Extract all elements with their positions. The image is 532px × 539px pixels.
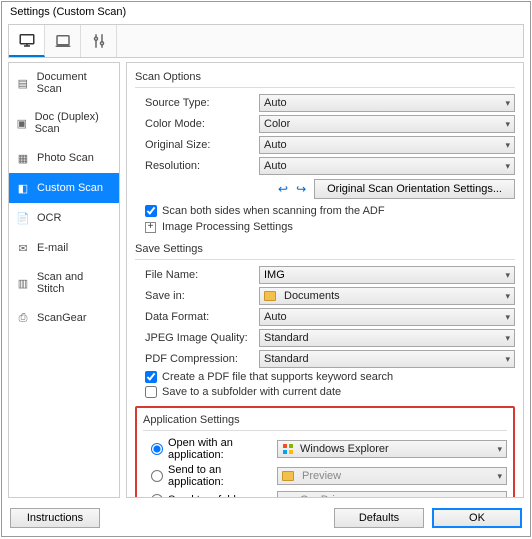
onedrive-icon	[282, 494, 294, 498]
tab-scan-from-panel[interactable]	[45, 25, 81, 57]
open-with-app-radio[interactable]: Open with an application:	[143, 437, 271, 461]
chevron-down-icon: ▾	[505, 98, 510, 109]
pdf-keyword-checkbox[interactable]: Create a PDF file that supports keyword …	[145, 371, 515, 383]
resolution-label: Resolution:	[135, 160, 253, 172]
original-size-label: Original Size:	[135, 139, 253, 151]
sidebar-item-photo-scan[interactable]: ▦ Photo Scan	[9, 143, 119, 173]
chevron-down-icon: ▾	[505, 312, 510, 323]
duplex-icon: ▣	[15, 116, 29, 130]
save-in-select[interactable]: Documents▾	[259, 287, 515, 305]
chevron-down-icon: ▾	[505, 291, 510, 302]
settings-window: Settings (Custom Scan) ▤ Document Scan ▣…	[1, 1, 531, 537]
color-mode-label: Color Mode:	[135, 118, 253, 130]
sidebar-item-label: OCR	[37, 212, 61, 224]
window-title: Settings (Custom Scan)	[2, 2, 530, 22]
chevron-down-icon: ▾	[505, 333, 510, 344]
custom-icon: ◧	[15, 181, 31, 195]
sidebar-item-label: E-mail	[37, 242, 68, 254]
file-name-input[interactable]: ▾	[259, 266, 515, 284]
pdf-keyword-input[interactable]	[145, 371, 157, 383]
tab-scan-from-computer[interactable]	[9, 25, 45, 57]
data-format-select[interactable]: Auto▾	[259, 308, 515, 326]
original-size-select[interactable]: Auto▾	[259, 136, 515, 154]
sidebar-item-label: ScanGear	[37, 312, 87, 324]
rotate-right-icon[interactable]: ↪	[296, 182, 306, 196]
top-tabs	[8, 24, 524, 58]
chevron-down-icon: ▾	[505, 354, 510, 365]
send-to-folder-select[interactable]: OneDrive▾	[277, 491, 507, 498]
ok-button[interactable]: OK	[432, 508, 522, 528]
pdf-compression-select[interactable]: Standard▾	[259, 350, 515, 368]
chevron-down-icon: ▾	[505, 161, 510, 172]
color-mode-select[interactable]: Color▾	[259, 115, 515, 133]
subfolder-input[interactable]	[145, 386, 157, 398]
pdf-keyword-label: Create a PDF file that supports keyword …	[162, 371, 393, 383]
chevron-down-icon: ▾	[497, 471, 502, 482]
data-format-label: Data Format:	[135, 311, 253, 323]
save-settings-title: Save Settings	[135, 243, 515, 255]
content-panel: Scan Options Source Type: Auto▾ Color Mo…	[126, 62, 524, 498]
email-icon: ✉	[15, 241, 31, 255]
sidebar-item-label: Custom Scan	[37, 182, 103, 194]
file-name-label: File Name:	[135, 269, 253, 281]
scan-options-title: Scan Options	[135, 71, 515, 83]
defaults-button[interactable]: Defaults	[334, 508, 424, 528]
sidebar: ▤ Document Scan ▣ Doc (Duplex) Scan ▦ Ph…	[8, 62, 120, 498]
send-to-folder-radio[interactable]: Send to a folder:	[143, 494, 271, 498]
subfolder-checkbox[interactable]: Save to a subfolder with current date	[145, 386, 515, 398]
chevron-down-icon: ▾	[497, 495, 502, 499]
file-name-text[interactable]	[264, 269, 406, 281]
save-in-label: Save in:	[135, 290, 253, 302]
pdf-compression-label: PDF Compression:	[135, 353, 253, 365]
chevron-down-icon: ▾	[505, 140, 510, 151]
divider	[135, 87, 515, 88]
sidebar-item-scan-and-stitch[interactable]: ▥ Scan and Stitch	[9, 263, 119, 303]
sidebar-item-custom-scan[interactable]: ◧ Custom Scan	[9, 173, 119, 203]
jpeg-quality-select[interactable]: Standard▾	[259, 329, 515, 347]
scan-both-sides-label: Scan both sides when scanning from the A…	[162, 205, 385, 217]
image-processing-expander[interactable]: + Image Processing Settings	[145, 221, 515, 233]
subfolder-label: Save to a subfolder with current date	[162, 386, 341, 398]
resolution-select[interactable]: Auto▾	[259, 157, 515, 175]
tab-general-settings[interactable]	[81, 25, 117, 57]
chevron-down-icon: ▾	[505, 119, 510, 130]
send-to-app-select[interactable]: Preview▾	[277, 467, 507, 485]
sidebar-item-ocr[interactable]: 📄 OCR	[9, 203, 119, 233]
sidebar-item-label: Doc (Duplex) Scan	[35, 111, 113, 135]
rotate-left-icon[interactable]: ↩	[278, 182, 288, 196]
orientation-settings-button[interactable]: Original Scan Orientation Settings...	[314, 179, 515, 199]
image-processing-label: Image Processing Settings	[162, 221, 293, 233]
footer: Instructions Defaults OK	[2, 502, 530, 536]
source-type-select[interactable]: Auto▾	[259, 94, 515, 112]
chevron-down-icon: ▾	[505, 270, 510, 281]
photo-icon: ▦	[15, 151, 31, 165]
folder-icon	[282, 471, 294, 481]
sidebar-item-email[interactable]: ✉ E-mail	[9, 233, 119, 263]
open-with-app-select[interactable]: Windows Explorer▾	[277, 440, 507, 458]
scangear-icon: ⎙	[15, 311, 31, 325]
ocr-icon: 📄	[15, 211, 31, 225]
folder-icon	[264, 291, 276, 301]
sidebar-item-doc-duplex-scan[interactable]: ▣ Doc (Duplex) Scan	[9, 103, 119, 143]
source-type-label: Source Type:	[135, 97, 253, 109]
divider	[135, 259, 515, 260]
jpeg-quality-label: JPEG Image Quality:	[135, 332, 253, 344]
document-icon: ▤	[15, 76, 31, 90]
application-settings-title: Application Settings	[143, 414, 507, 426]
scan-both-sides-input[interactable]	[145, 205, 157, 217]
application-settings-group: Application Settings Open with an applic…	[135, 406, 515, 498]
chevron-down-icon: ▾	[497, 444, 502, 455]
sidebar-item-document-scan[interactable]: ▤ Document Scan	[9, 63, 119, 103]
scan-both-sides-checkbox[interactable]: Scan both sides when scanning from the A…	[145, 205, 515, 217]
instructions-button[interactable]: Instructions	[10, 508, 100, 528]
divider	[143, 430, 507, 431]
plus-icon: +	[145, 222, 156, 233]
send-to-app-radio[interactable]: Send to an application:	[143, 464, 271, 488]
explorer-icon	[282, 443, 294, 455]
sidebar-item-label: Scan and Stitch	[37, 271, 113, 295]
sidebar-item-label: Document Scan	[37, 71, 113, 95]
sidebar-item-label: Photo Scan	[37, 152, 94, 164]
stitch-icon: ▥	[15, 276, 31, 290]
sidebar-item-scangear[interactable]: ⎙ ScanGear	[9, 303, 119, 333]
